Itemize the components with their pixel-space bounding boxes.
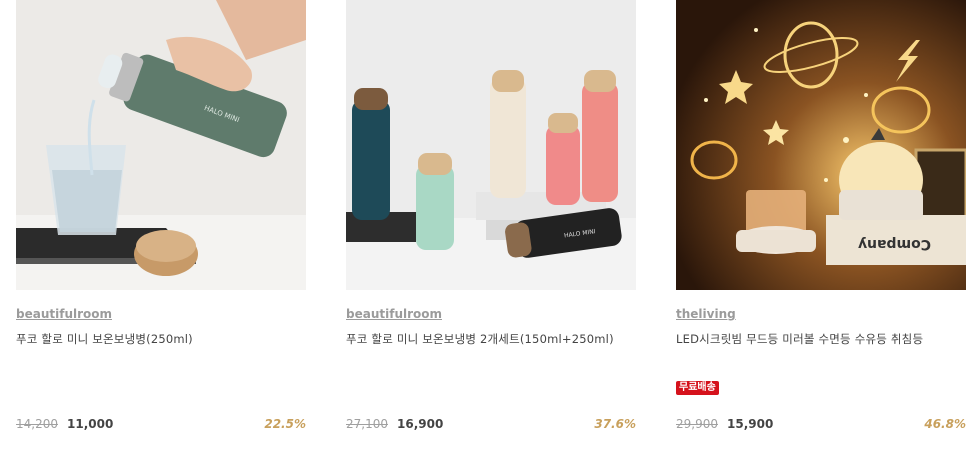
product-card[interactable]: HALO MINI beautifulroom 푸코 할로 미니 보온보냉병(2…	[16, 0, 306, 431]
discount-rate: 22.5%	[264, 417, 306, 431]
product-grid: HALO MINI beautifulroom 푸코 할로 미니 보온보냉병(2…	[0, 0, 971, 458]
brand-link[interactable]: beautifulroom	[16, 307, 112, 321]
price-row: 27,100 16,900 37.6%	[346, 417, 636, 433]
sale-price: 15,900	[727, 417, 774, 431]
product-image[interactable]: HALO MINI	[16, 0, 306, 290]
discount-rate: 46.8%	[924, 417, 966, 431]
star-projector-image: Company	[676, 0, 966, 290]
free-shipping-badge: 무료배송	[676, 381, 719, 395]
original-price: 29,900	[676, 417, 718, 431]
price-row: 29,900 15,900 46.8%	[676, 417, 966, 433]
thermos-pouring-image: HALO MINI	[16, 0, 306, 290]
product-title[interactable]: 푸코 할로 미니 보온보냉병 2개세트(150ml+250ml)	[346, 331, 636, 347]
original-price: 27,100	[346, 417, 388, 431]
sale-price: 16,900	[397, 417, 444, 431]
product-title[interactable]: LED시크릿빔 무드등 미러볼 수면등 수유등 취침등	[676, 331, 966, 347]
thermos-set-image: HALO MINI	[346, 0, 636, 290]
price-row: 14,200 11,000 22.5%	[16, 417, 306, 433]
brand-link[interactable]: beautifulroom	[346, 307, 442, 321]
product-image[interactable]: Company	[676, 0, 966, 290]
brand-link[interactable]: theliving	[676, 307, 736, 321]
product-card[interactable]: HALO MINI beautifulroom 푸코 할로 미니 보온보냉병 2…	[346, 0, 636, 431]
discount-rate: 37.6%	[594, 417, 636, 431]
product-image[interactable]: HALO MINI	[346, 0, 636, 290]
original-price: 14,200	[16, 417, 58, 431]
sale-price: 11,000	[67, 417, 114, 431]
product-card[interactable]: Company theliving LED시크릿빔 무드등 미러볼 수면등 수유…	[676, 0, 966, 431]
svg-text:Company: Company	[858, 236, 931, 252]
product-title[interactable]: 푸코 할로 미니 보온보냉병(250ml)	[16, 331, 306, 347]
